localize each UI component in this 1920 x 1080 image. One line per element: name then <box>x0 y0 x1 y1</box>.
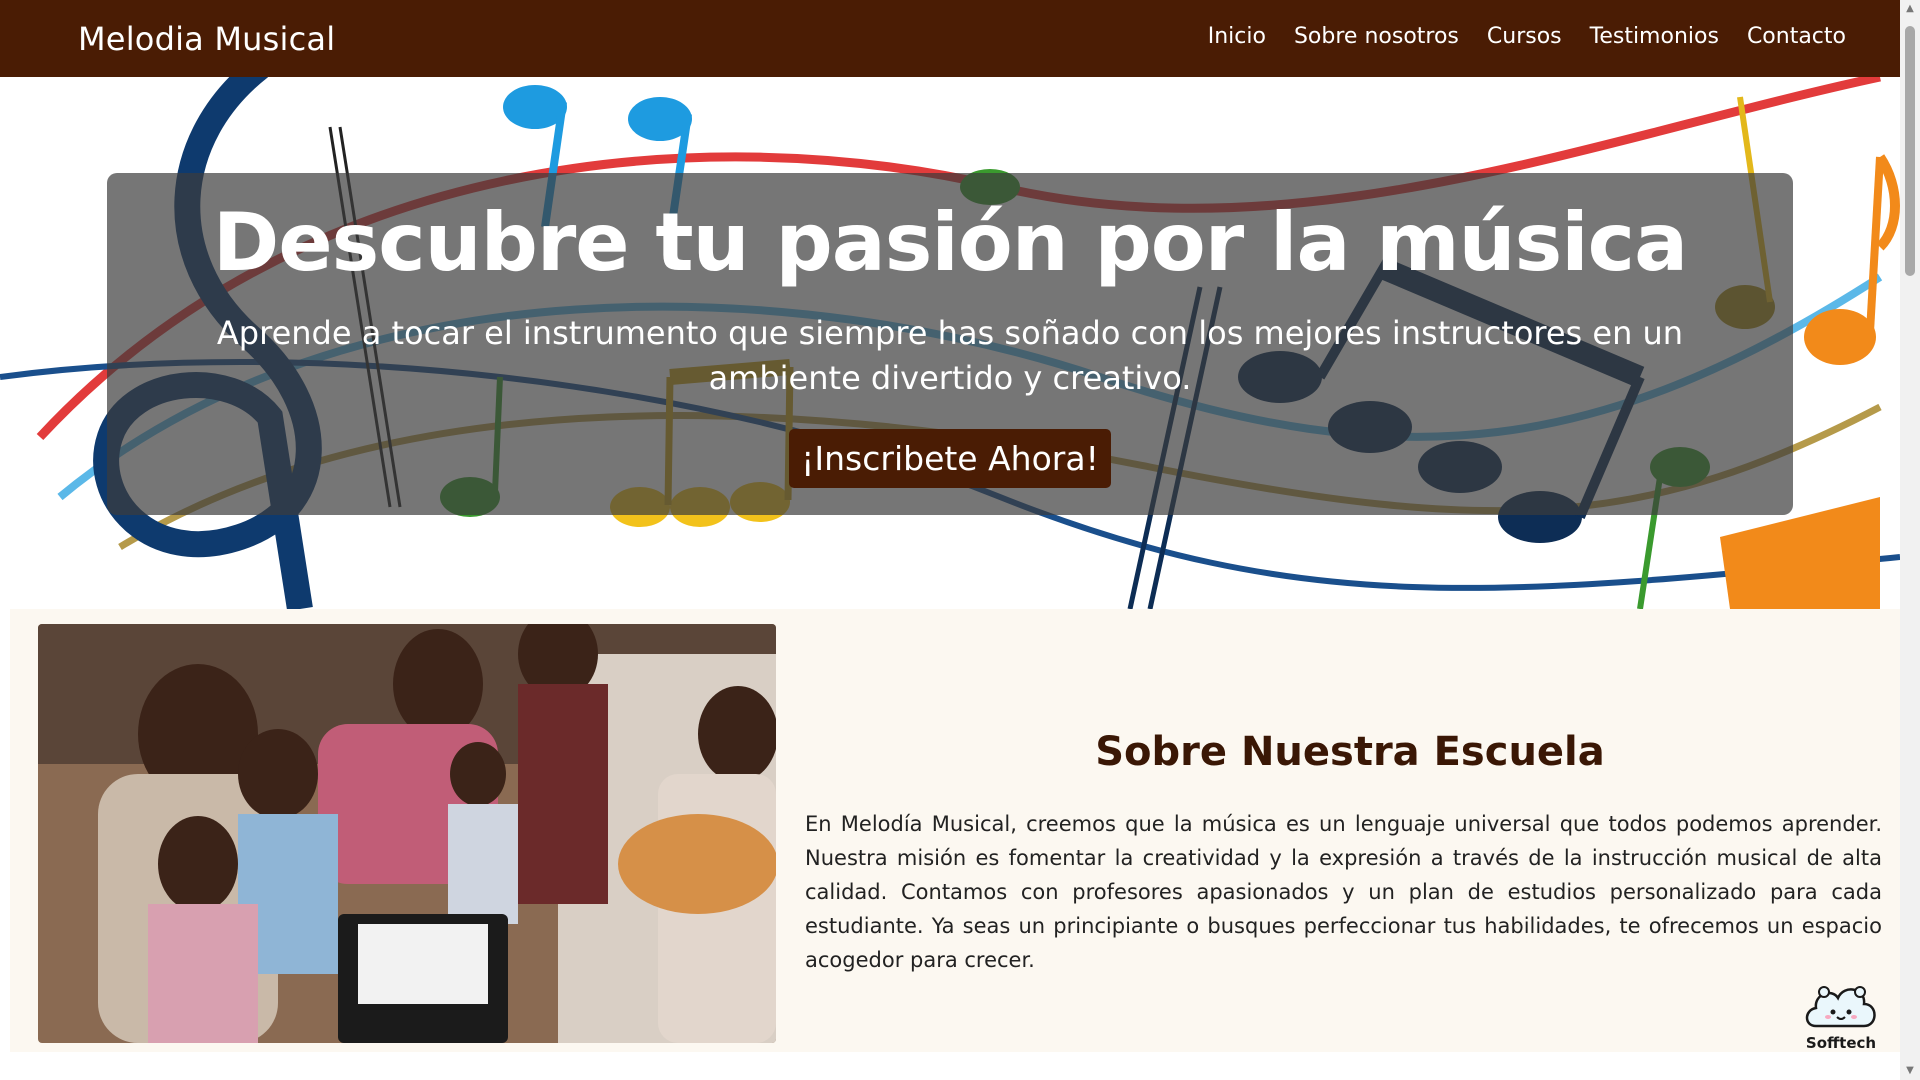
page-scrollbar[interactable]: ▲ ▼ <box>1900 0 1920 1080</box>
navbar: Melodia Musical Inicio Sobre nosotros Cu… <box>0 0 1900 77</box>
about-text: En Melodía Musical, creemos que la músic… <box>805 812 1882 972</box>
about-photo <box>38 624 776 1043</box>
cloud-mascot-icon <box>1805 986 1876 1028</box>
music-class-photo <box>38 624 776 1043</box>
nav-link-cursos[interactable]: Cursos <box>1487 24 1562 49</box>
sofftech-badge[interactable]: Sofftech <box>1802 978 1880 1052</box>
about-title: Sobre Nuestra Escuela <box>1095 729 1605 775</box>
brand-logo[interactable]: Melodia Musical <box>78 20 335 58</box>
enroll-now-button[interactable]: ¡Inscribete Ahora! <box>789 429 1111 488</box>
scroll-up-icon[interactable]: ▲ <box>1900 0 1920 18</box>
nav-link-sobre-nosotros[interactable]: Sobre nosotros <box>1294 24 1459 49</box>
nav-link-contacto[interactable]: Contacto <box>1747 24 1846 49</box>
scroll-down-icon[interactable]: ▼ <box>1900 1062 1920 1080</box>
hero-section: Descubre tu pasión por la música Aprende… <box>0 77 1900 609</box>
hero-title: Descubre tu pasión por la música <box>212 196 1688 289</box>
badge-label: Sofftech <box>1805 1034 1877 1052</box>
scroll-thumb[interactable] <box>1905 26 1915 276</box>
nav-link-inicio[interactable]: Inicio <box>1208 24 1266 49</box>
hero-subtitle: Aprende a tocar el instrumento que siemp… <box>216 314 1684 397</box>
about-section: Sobre Nuestra Escuela En Melodía Musical… <box>10 609 1900 1052</box>
hero-overlay: Descubre tu pasión por la música Aprende… <box>107 173 1793 515</box>
nav-link-testimonios[interactable]: Testimonios <box>1590 24 1719 49</box>
nav-links: Inicio Sobre nosotros Cursos Testimonios… <box>1208 24 1846 49</box>
